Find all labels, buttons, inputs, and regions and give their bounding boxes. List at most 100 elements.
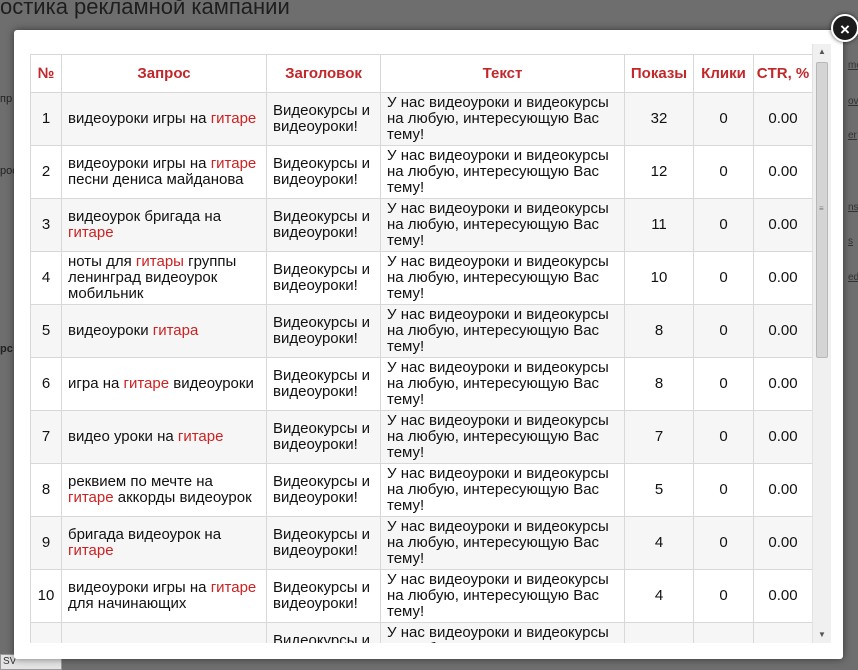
background-left-fragment: рс bbox=[0, 343, 13, 355]
background-left-fragment: пр bbox=[0, 93, 13, 105]
cell-query: реквием по мечте на гитаре аккорды видео… bbox=[61, 463, 267, 517]
background-link[interactable]: s bbox=[848, 236, 853, 247]
query-keyword-highlight: гитара bbox=[152, 322, 199, 339]
cell-query: бригада видеоурок на гитаре bbox=[61, 516, 267, 570]
cell-clicks: 0 bbox=[693, 622, 754, 643]
cell-ad-text: У нас видеоуроки и видеокурсы на любую, … bbox=[380, 516, 625, 570]
cell-ad-text: У нас видеоуроки и видеокурсы на любую, … bbox=[380, 357, 625, 411]
cell-clicks: 0 bbox=[693, 198, 754, 252]
cell-ctr: 0.00 bbox=[753, 463, 812, 517]
column-header-clicks[interactable]: Клики bbox=[693, 54, 754, 93]
cell-clicks: 0 bbox=[693, 304, 754, 358]
cell-impressions: 7 bbox=[624, 410, 694, 464]
cell-ad-title: Видеокурсы и видеоуроки! bbox=[266, 92, 381, 146]
column-header-text[interactable]: Текст bbox=[380, 54, 625, 93]
cell-query: видео уроки на гитаре bbox=[61, 410, 267, 464]
query-text: видео уроки на bbox=[68, 428, 178, 445]
query-keyword-highlight: гитаре bbox=[210, 579, 257, 596]
cell-ctr: 0.00 bbox=[753, 569, 812, 623]
cell-query: видеоуроки гитара bbox=[61, 304, 267, 358]
cell-number: 5 bbox=[30, 304, 62, 358]
background-link[interactable]: me bbox=[848, 60, 858, 71]
scroll-up-arrow-icon[interactable]: ▲ bbox=[813, 44, 831, 60]
table-row: 3 видеоурок бригада на гитаре Видеокурсы и… bbox=[30, 198, 812, 252]
cell-clicks: 0 bbox=[693, 516, 754, 570]
column-header-query[interactable]: Запрос bbox=[61, 54, 267, 93]
query-keyword-highlight: гитаре bbox=[68, 489, 114, 506]
cell-ad-text: У нас видеоуроки и видеокурсы на любую, … bbox=[380, 463, 625, 517]
cell-query: ноты для гитары группы ленинград видеоур… bbox=[61, 251, 267, 305]
cell-impressions: 5 bbox=[624, 463, 694, 517]
table-row: 10 видеоуроки игры на гитаре для начинающ… bbox=[30, 569, 812, 623]
table-row: 4 ноты для гитары группы ленинград видеоу… bbox=[30, 251, 812, 305]
cell-number: 1 bbox=[30, 92, 62, 146]
cell-ctr: 0.00 bbox=[753, 251, 812, 305]
cell-clicks: 0 bbox=[693, 463, 754, 517]
cell-ad-text: У нас видеоуроки и видеокурсы на любую, … bbox=[380, 145, 625, 199]
cell-ad-text: У нас видеоуроки и видеокурсы на любую, … bbox=[380, 198, 625, 252]
cell-impressions: 8 bbox=[624, 357, 694, 411]
scroll-down-arrow-icon[interactable]: ▼ bbox=[813, 627, 831, 643]
background-link[interactable]: ed bbox=[848, 272, 858, 283]
query-text: видеоуроки игры на bbox=[68, 110, 211, 127]
background-link[interactable]: ov bbox=[848, 96, 858, 107]
query-keyword-highlight: гитаре bbox=[210, 155, 257, 172]
background-link[interactable]: er bbox=[848, 130, 857, 141]
column-header-ctr[interactable]: CTR, % bbox=[753, 54, 812, 93]
table-header-row: № Запрос Заголовок Текст Показы Клики CT… bbox=[30, 54, 812, 93]
cell-number: 11 bbox=[30, 622, 62, 643]
cell-impressions: 10 bbox=[624, 251, 694, 305]
table-row: 9 бригада видеоурок на гитаре Видеокурсы и… bbox=[30, 516, 812, 570]
cell-query: видеоуроки игры на гитаре песни дениса м… bbox=[61, 145, 267, 199]
cell-query: игра на гитаре видеоуроки bbox=[61, 357, 267, 411]
cell-ad-title: Видеокурсы и видеоуроки! bbox=[266, 357, 381, 411]
cell-number: 7 bbox=[30, 410, 62, 464]
query-text: для начинающих bbox=[68, 595, 187, 612]
cell-impressions: 32 bbox=[624, 92, 694, 146]
cell-ad-text: У нас видеоуроки и видеокурсы на любую, … bbox=[380, 410, 625, 464]
cell-number: 10 bbox=[30, 569, 62, 623]
cell-number: 3 bbox=[30, 198, 62, 252]
cell-ad-title: Видеокурсы и видеоуроки! bbox=[266, 198, 381, 252]
cell-number: 8 bbox=[30, 463, 62, 517]
cell-ctr: 0.00 bbox=[753, 410, 812, 464]
column-header-impressions[interactable]: Показы bbox=[624, 54, 694, 93]
cell-impressions: 4 bbox=[624, 516, 694, 570]
background-right-links: me ov er ns s ed bbox=[846, 50, 858, 670]
cell-impressions: 8 bbox=[624, 304, 694, 358]
close-modal-button[interactable]: × bbox=[831, 14, 858, 42]
query-text: видеоуроки игры на bbox=[68, 155, 211, 172]
cell-ad-title: Видеокурсы и видеоуроки! bbox=[266, 569, 381, 623]
query-text: песни дениса майданова bbox=[68, 171, 244, 188]
table-row: 8 реквием по мечте на гитаре аккорды виде… bbox=[30, 463, 812, 517]
cell-ctr: 0.00 bbox=[753, 198, 812, 252]
cell-impressions: 4 bbox=[624, 622, 694, 643]
background-page-title: остика рекламной кампании bbox=[0, 0, 290, 19]
table-row: 2 видеоуроки игры на гитаре песни дениса … bbox=[30, 145, 812, 199]
cell-query: видеоуроки игры на гитаре bbox=[61, 92, 267, 146]
query-keyword-highlight: гитаре bbox=[123, 375, 170, 392]
query-text: ноты для bbox=[68, 253, 136, 270]
scrollbar-thumb[interactable]: ≡ bbox=[816, 62, 828, 358]
cell-number: 4 bbox=[30, 251, 62, 305]
cell-query: видеоуроки игры на гитаре для начинающих bbox=[61, 569, 267, 623]
query-text: игра на bbox=[68, 375, 124, 392]
cell-impressions: 11 bbox=[624, 198, 694, 252]
query-text: видеоуроки bbox=[169, 375, 254, 392]
column-header-number[interactable]: № bbox=[30, 54, 62, 93]
cell-clicks: 0 bbox=[693, 410, 754, 464]
cell-ad-title: Видеокурсы и видеоуроки! bbox=[266, 410, 381, 464]
modal-scrollbar[interactable]: ▲ ≡ ▼ bbox=[812, 44, 831, 643]
cell-clicks: 0 bbox=[693, 92, 754, 146]
cell-query: видеоурок бригада на гитаре bbox=[61, 198, 267, 252]
scrollbar-grip-icon: ≡ bbox=[819, 204, 824, 213]
cell-ad-title: Видеокурсы и видеоуроки! bbox=[266, 304, 381, 358]
cell-ad-title: Видеокурсы и видеоуроки! bbox=[266, 145, 381, 199]
column-header-title[interactable]: Заголовок bbox=[266, 54, 381, 93]
cell-ad-title: Видеокурсы и видеоуроки! bbox=[266, 622, 381, 643]
background-link[interactable]: ns bbox=[848, 202, 858, 213]
query-text: видеоуроки bbox=[68, 322, 153, 339]
query-text: аккорды видеоурок bbox=[113, 489, 252, 506]
cell-ad-title: Видеокурсы и видеоуроки! bbox=[266, 251, 381, 305]
cell-ad-text: У нас видеоуроки и видеокурсы на любую, … bbox=[380, 251, 625, 305]
